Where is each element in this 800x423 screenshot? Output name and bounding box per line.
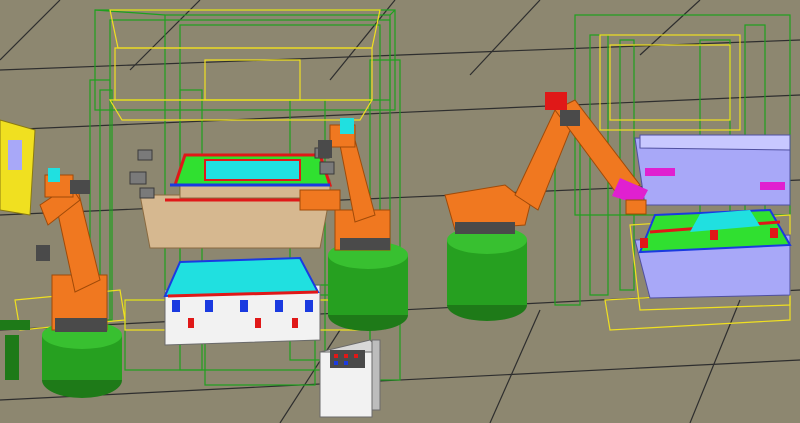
robot-right[interactable] <box>444 92 648 321</box>
side-fixture-left <box>0 119 36 380</box>
press-line-scene <box>0 0 800 423</box>
lower-die-left <box>163 256 321 346</box>
robot-left[interactable] <box>36 168 122 398</box>
control-cabinet[interactable] <box>319 339 381 418</box>
upper-die-right <box>634 134 791 206</box>
press-right[interactable] <box>554 14 792 331</box>
3d-simulation-viewport[interactable] <box>0 0 800 423</box>
lower-die-right <box>634 208 792 299</box>
